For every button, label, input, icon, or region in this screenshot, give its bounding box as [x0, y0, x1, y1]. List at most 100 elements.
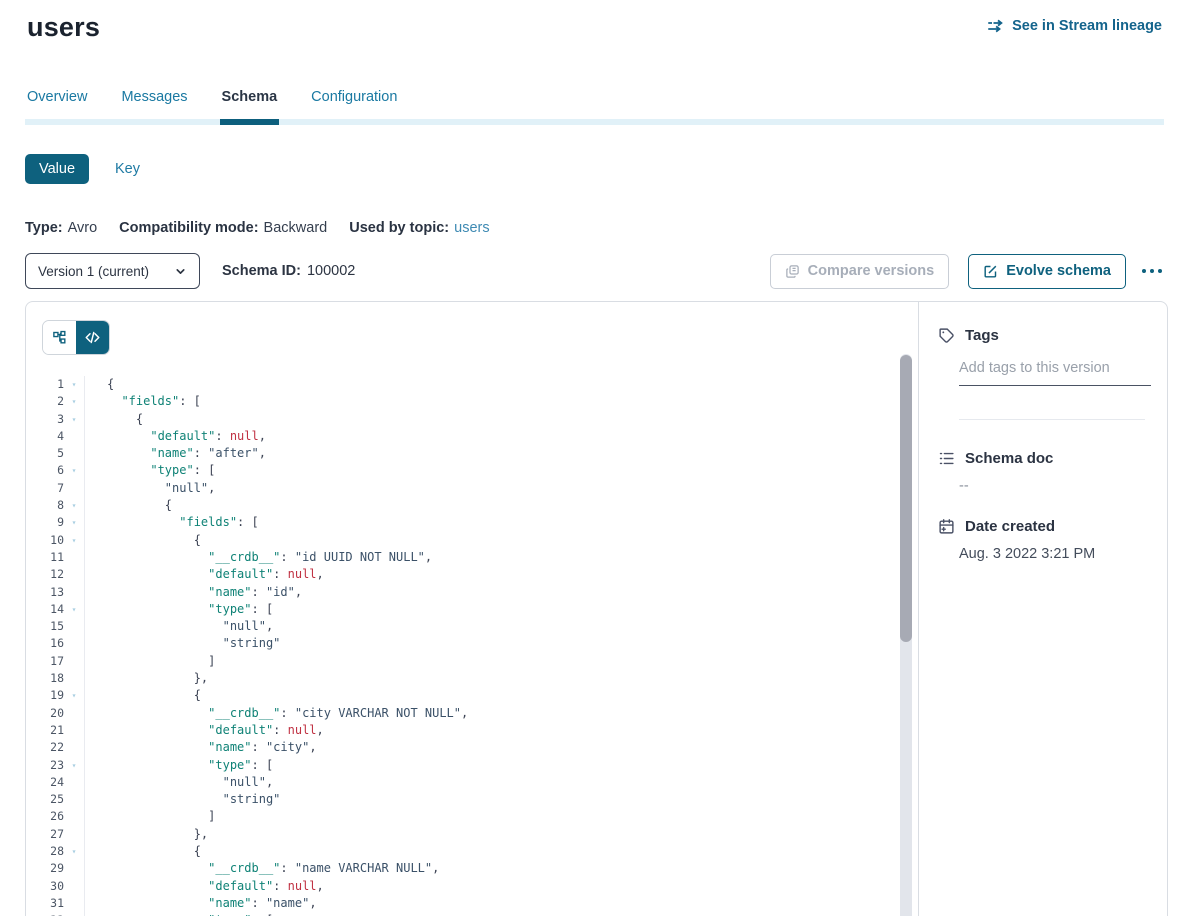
tabs-underline [25, 119, 1164, 125]
code-line: 8▾{ [26, 497, 918, 514]
used-by-topic: Used by topic: users [349, 220, 489, 236]
fold-caret-icon[interactable]: ▾ [64, 393, 84, 410]
line-number: 20 [26, 705, 64, 722]
fold-spacer [64, 739, 84, 756]
ellipsis-icon [1142, 269, 1146, 273]
fold-caret-icon[interactable]: ▾ [64, 843, 84, 860]
code-line: 9▾"fields": [ [26, 514, 918, 531]
line-number: 8 [26, 497, 64, 514]
line-number: 32 [26, 912, 64, 916]
line-number: 22 [26, 739, 64, 756]
stream-lineage-link[interactable]: See in Stream lineage [986, 18, 1162, 34]
code-line: 32▾"type": [ [26, 912, 918, 916]
line-number: 9 [26, 514, 64, 531]
code-text: "default": null, [84, 878, 918, 895]
code-view-button[interactable] [76, 321, 109, 354]
compare-versions-label: Compare versions [808, 263, 935, 279]
fold-caret-icon[interactable]: ▾ [64, 376, 84, 393]
code-text: "default": null, [84, 566, 918, 583]
fold-spacer [64, 826, 84, 843]
fold-caret-icon[interactable]: ▾ [64, 601, 84, 618]
code-scrollbar-track[interactable] [900, 354, 912, 916]
code-text: { [84, 843, 918, 860]
code-line: 11"__crdb__": "id UUID NOT NULL", [26, 549, 918, 566]
code-text: }, [84, 826, 918, 843]
schema-controls-row: Version 1 (current) Schema ID: 100002 Co… [25, 253, 1164, 289]
code-line: 18}, [26, 670, 918, 687]
code-line: 4"default": null, [26, 428, 918, 445]
schema-side-panel: Tags Schema doc -- [919, 302, 1167, 916]
code-line: 29"__crdb__": "name VARCHAR NULL", [26, 860, 918, 877]
tags-title: Tags [965, 327, 999, 344]
value-toggle-button[interactable]: Value [25, 154, 89, 184]
code-text: ] [84, 653, 918, 670]
fold-caret-icon[interactable]: ▾ [64, 912, 84, 916]
version-dropdown-value: Version 1 (current) [38, 264, 149, 279]
line-number: 28 [26, 843, 64, 860]
code-text: "null", [84, 774, 918, 791]
topic-link[interactable]: users [454, 220, 489, 236]
fold-spacer [64, 584, 84, 601]
code-line: 3▾{ [26, 411, 918, 428]
fold-spacer [64, 860, 84, 877]
code-line: 10▾{ [26, 532, 918, 549]
calendar-plus-icon [938, 518, 955, 535]
fold-caret-icon[interactable]: ▾ [64, 532, 84, 549]
line-number: 6 [26, 462, 64, 479]
evolve-schema-button[interactable]: Evolve schema [968, 254, 1126, 289]
code-line: 31"name": "name", [26, 895, 918, 912]
line-number: 1 [26, 376, 64, 393]
code-line: 23▾"type": [ [26, 757, 918, 774]
page-title: users [27, 12, 100, 43]
compare-versions-button[interactable]: Compare versions [770, 254, 950, 289]
version-dropdown[interactable]: Version 1 (current) [25, 253, 200, 289]
code-text: "__crdb__": "name VARCHAR NULL", [84, 860, 918, 877]
fold-caret-icon[interactable]: ▾ [64, 514, 84, 531]
add-tags-input[interactable] [959, 357, 1151, 386]
fold-caret-icon[interactable]: ▾ [64, 462, 84, 479]
line-number: 3 [26, 411, 64, 428]
code-text: "type": [ [84, 462, 918, 479]
key-toggle-button[interactable]: Key [115, 161, 140, 177]
code-line: 2▾"fields": [ [26, 393, 918, 410]
versions-copy-icon [785, 264, 800, 279]
stream-lineage-icon [986, 18, 1004, 34]
fold-caret-icon[interactable]: ▾ [64, 411, 84, 428]
code-scrollbar-thumb[interactable] [900, 355, 912, 642]
tab-schema[interactable]: Schema [220, 89, 280, 125]
schema-id-value: 100002 [307, 263, 355, 279]
code-text: "null", [84, 480, 918, 497]
fold-spacer [64, 566, 84, 583]
evolve-schema-label: Evolve schema [1006, 263, 1111, 279]
schema-meta-row: Type: Avro Compatibility mode: Backward … [25, 220, 1164, 236]
line-number: 21 [26, 722, 64, 739]
fold-spacer [64, 670, 84, 687]
code-line: 28▾{ [26, 843, 918, 860]
fold-spacer [64, 878, 84, 895]
code-line: 7"null", [26, 480, 918, 497]
schema-doc-title: Schema doc [965, 450, 1053, 467]
tag-icon [938, 327, 955, 344]
date-created-title: Date created [965, 518, 1055, 535]
schema-doc-value: -- [959, 478, 1147, 494]
chevron-down-icon [174, 265, 187, 278]
code-text: "type": [ [84, 912, 918, 916]
code-text: "name": "id", [84, 584, 918, 601]
code-text: { [84, 497, 918, 514]
code-text: "__crdb__": "city VARCHAR NOT NULL", [84, 705, 918, 722]
code-line: 26] [26, 808, 918, 825]
fold-caret-icon[interactable]: ▾ [64, 687, 84, 704]
fold-caret-icon[interactable]: ▾ [64, 497, 84, 514]
fold-caret-icon[interactable]: ▾ [64, 757, 84, 774]
code-line: 15"null", [26, 618, 918, 635]
more-options-button[interactable] [1140, 263, 1164, 279]
line-number: 12 [26, 566, 64, 583]
fold-spacer [64, 895, 84, 912]
code-text: }, [84, 670, 918, 687]
code-line: 24 "null", [26, 774, 918, 791]
code-text: { [84, 532, 918, 549]
code-line: 17] [26, 653, 918, 670]
line-number: 24 [26, 774, 64, 791]
tree-view-button[interactable] [43, 321, 76, 354]
code-text: "default": null, [84, 722, 918, 739]
